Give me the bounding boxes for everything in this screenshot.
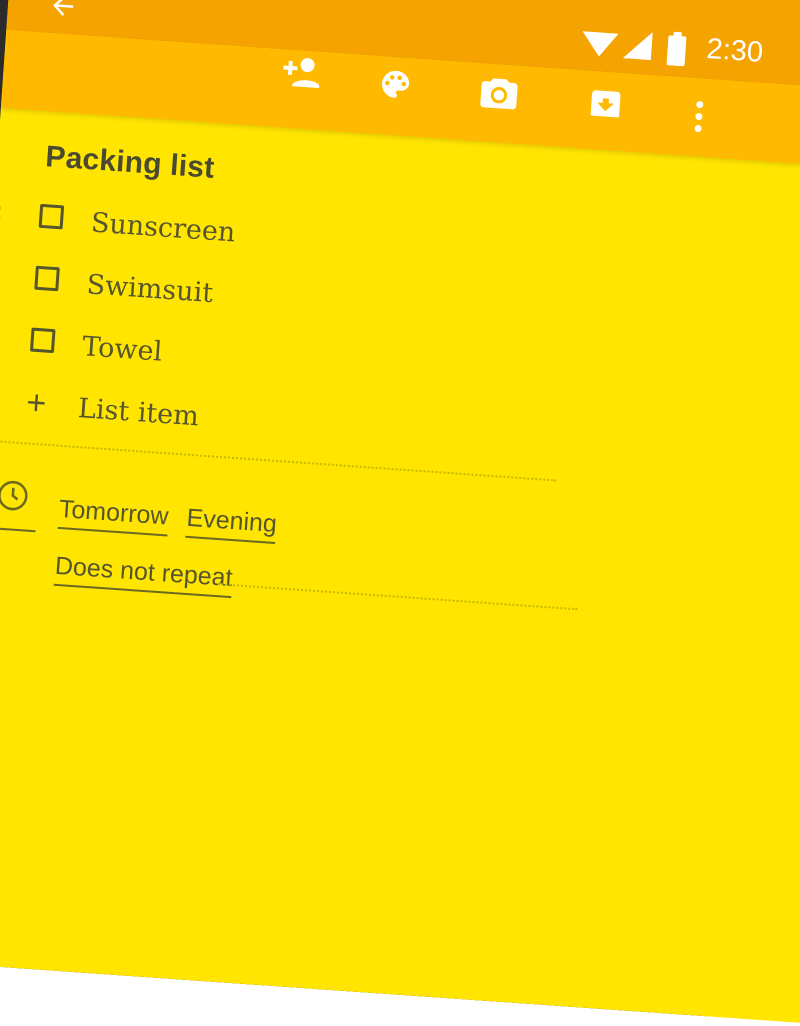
phone-frame: 2:30	[0, 0, 800, 976]
item-label[interactable]: Sunscreen	[90, 207, 236, 248]
item-label[interactable]: Towel	[81, 331, 163, 367]
note-screen: 2:30	[0, 0, 800, 1026]
item-checkbox[interactable]	[30, 328, 56, 354]
reminder-icon-underline	[0, 527, 35, 532]
plus-icon[interactable]: +	[25, 383, 48, 423]
reminder-date-field[interactable]: Tomorrow	[58, 495, 170, 537]
status-clock: 2:30	[706, 33, 765, 70]
palette-icon[interactable]	[376, 65, 414, 103]
item-label[interactable]: Swimsuit	[86, 269, 214, 309]
archive-icon[interactable]	[586, 84, 624, 122]
signal-icon	[621, 28, 655, 62]
note-title[interactable]: Packing list	[44, 140, 215, 186]
reminder-repeat-field[interactable]: Does not repeat	[54, 552, 234, 598]
drag-handle-icon[interactable]	[0, 204, 2, 236]
item-checkbox[interactable]	[34, 266, 60, 292]
back-arrow-icon[interactable]	[47, 0, 79, 22]
clock-icon[interactable]	[0, 477, 31, 518]
reminder-time-field[interactable]: Evening	[185, 504, 278, 544]
reminder-divider	[218, 583, 577, 610]
battery-icon	[665, 31, 687, 66]
item-checkbox[interactable]	[39, 204, 65, 230]
add-item-placeholder[interactable]: List item	[77, 393, 200, 432]
add-collaborator-icon[interactable]	[279, 54, 321, 89]
camera-icon[interactable]	[478, 74, 520, 113]
wifi-icon	[581, 27, 623, 60]
